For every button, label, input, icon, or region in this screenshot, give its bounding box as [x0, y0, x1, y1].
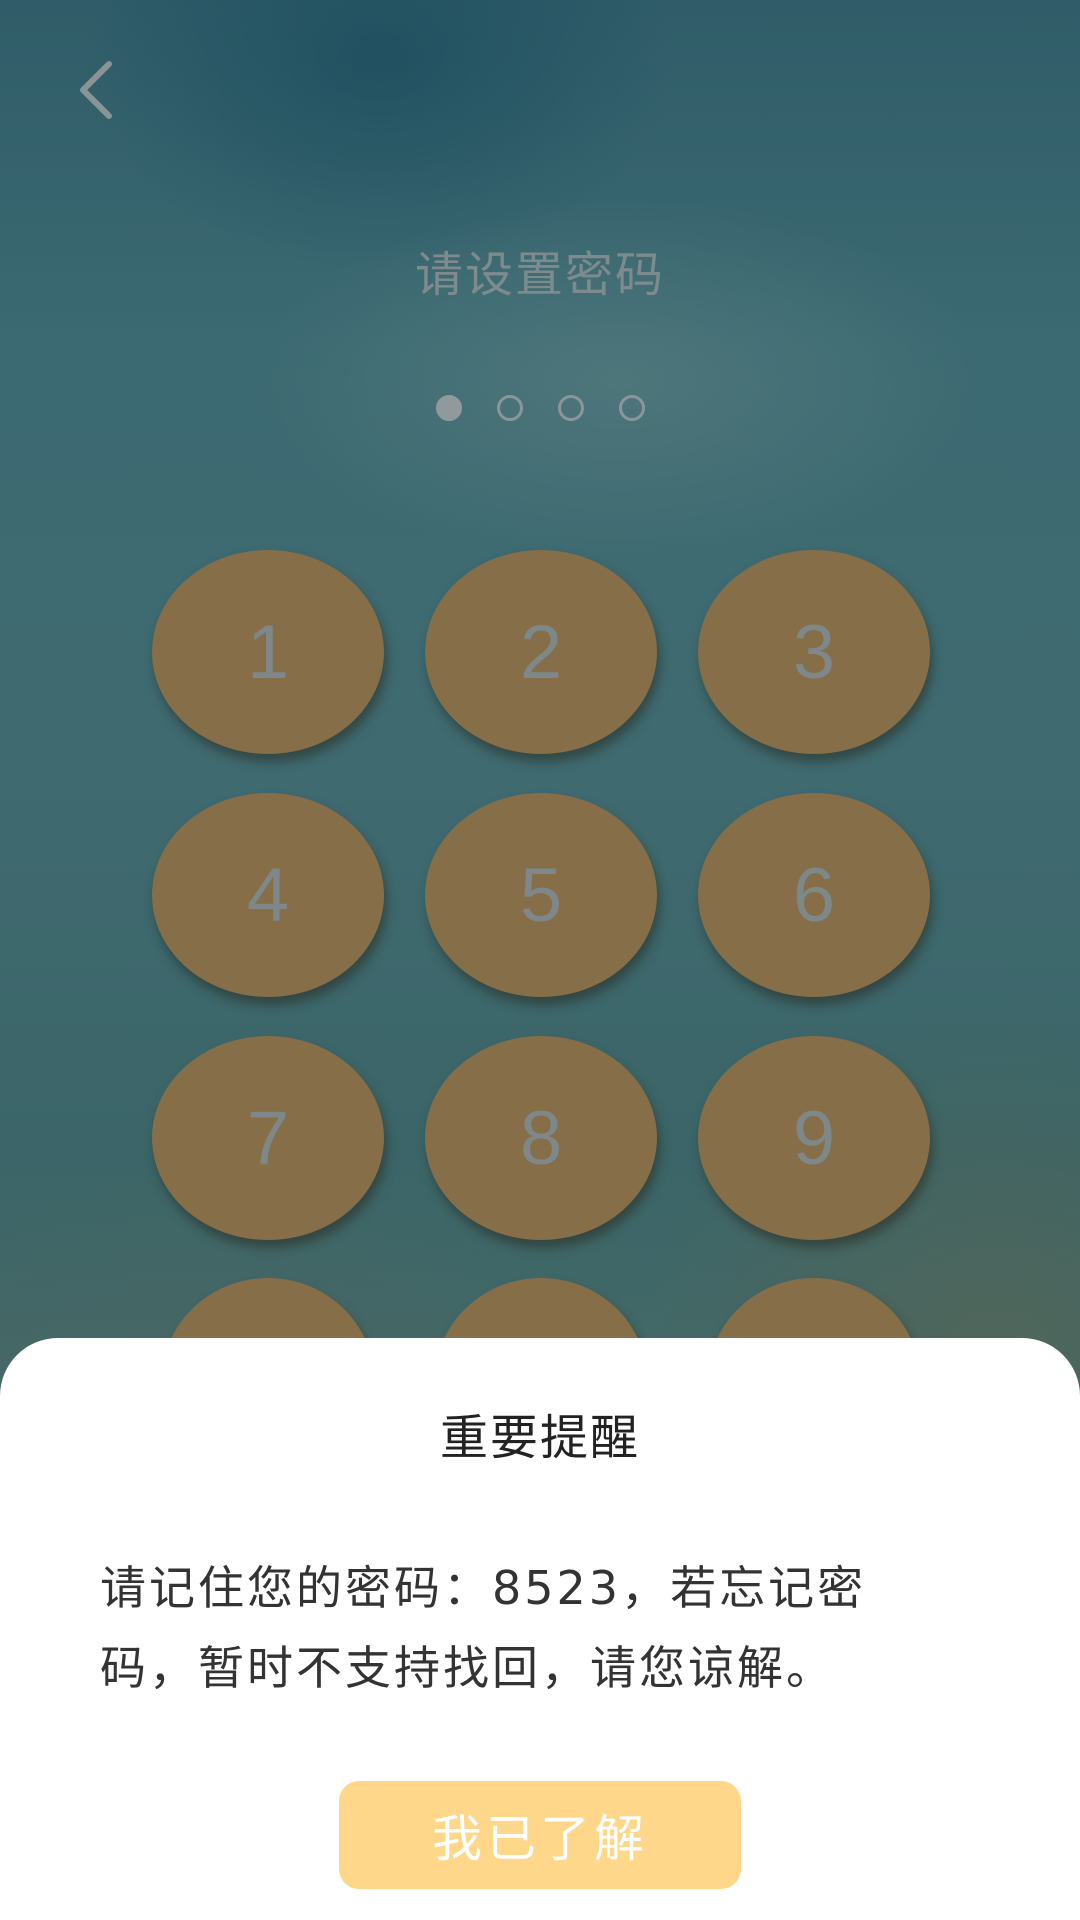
key-8[interactable]: 8 [425, 1036, 657, 1240]
confirm-button[interactable]: 我已了解 [339, 1781, 741, 1889]
reminder-dialog: 重要提醒 请记住您的密码：8523，若忘记密 码，暂时不支持找回，请您谅解。 我… [0, 1338, 1080, 1920]
pin-dot-empty [557, 395, 584, 421]
key-5[interactable]: 5 [425, 793, 657, 997]
page-title: 请设置密码 [414, 247, 665, 303]
dialog-message-line-2: 码，暂时不支持找回，请您谅解。 [100, 1641, 835, 1695]
dialog-message: 请记住您的密码：8523，若忘记密 码，暂时不支持找回，请您谅解。 [100, 1548, 1000, 1708]
pin-indicator [0, 395, 1080, 421]
key-2[interactable]: 2 [425, 550, 657, 754]
key-9[interactable]: 9 [698, 1036, 930, 1240]
chevron-left-icon [80, 61, 112, 119]
screen: 请设置密码 1 2 3 4 5 6 7 8 9 重要提醒 请记住您的密码：852… [0, 0, 1080, 1920]
key-1[interactable]: 1 [152, 550, 384, 754]
back-button[interactable] [60, 50, 130, 130]
dialog-message-line-1: 请记住您的密码：8523，若忘记密 [100, 1561, 867, 1615]
key-6[interactable]: 6 [698, 793, 930, 997]
key-4[interactable]: 4 [152, 793, 384, 997]
pin-dot-empty [618, 395, 645, 421]
key-7[interactable]: 7 [152, 1036, 384, 1240]
key-3[interactable]: 3 [698, 550, 930, 754]
dialog-title: 重要提醒 [439, 1410, 640, 1466]
pin-dot-empty [496, 395, 523, 421]
pin-dot-filled [435, 395, 462, 421]
